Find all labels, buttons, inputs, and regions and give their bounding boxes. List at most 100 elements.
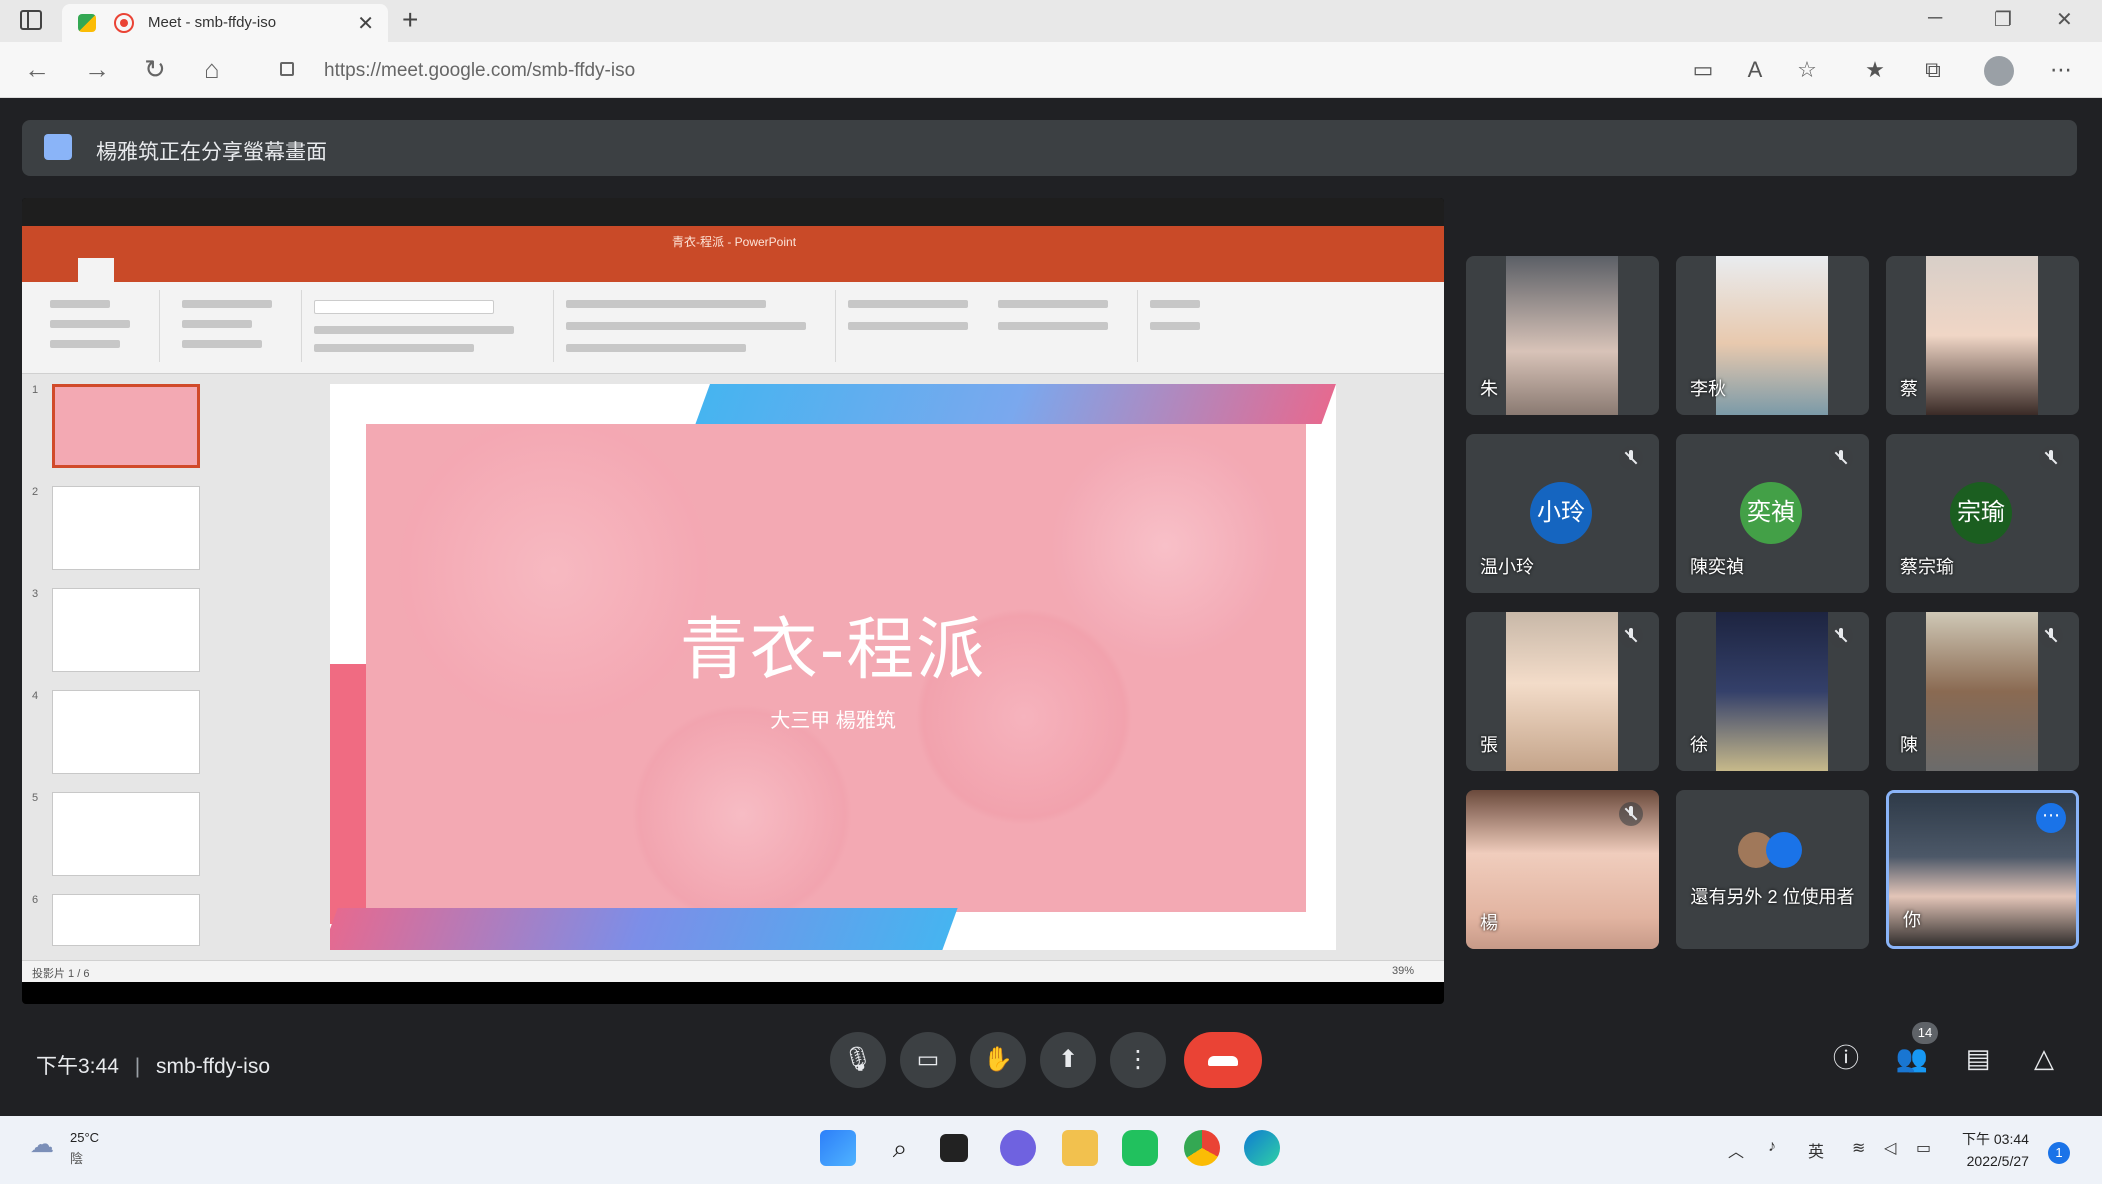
- info-icon: ⓘ: [1832, 1043, 1859, 1073]
- slide-decoration-bottom: [330, 908, 958, 950]
- ribbon-group-paragraph: [556, 290, 836, 362]
- tab-title: Meet - smb-ffdy-iso: [148, 14, 277, 31]
- browser-tab-meet[interactable]: Meet - smb-ffdy-iso ✕: [62, 4, 388, 42]
- close-window-icon[interactable]: ✕: [2056, 7, 2073, 32]
- slide-thumb-2: [52, 486, 200, 570]
- participant-tile[interactable]: 奕禎 陳奕禎: [1676, 434, 1869, 593]
- participant-tile[interactable]: 張: [1466, 612, 1659, 771]
- refresh-icon[interactable]: ↻: [144, 54, 166, 84]
- ribbon-group-editing: [1140, 290, 1220, 362]
- present-button[interactable]: ⬆: [1040, 1032, 1096, 1088]
- participant-name: 陳奕禎: [1690, 557, 1744, 577]
- avatar: [1766, 832, 1802, 868]
- ppt-app-title: 青衣-程派 - PowerPoint: [672, 235, 797, 249]
- others-label: 還有另外 2 位使用者: [1690, 887, 1855, 907]
- meeting-details: 下午3:44 | smb-ffdy-iso: [36, 1050, 270, 1080]
- windows-taskbar: ☁ 25°C 陰 ⌕ ︿ ♪ 英 ≋ ◁ ▭ 下午 03:44 2022/5/2…: [0, 1116, 2102, 1184]
- close-tab-icon[interactable]: ✕: [357, 11, 374, 36]
- ppt-titlebar: 青衣-程派 - PowerPoint: [22, 226, 1444, 256]
- more-options-icon[interactable]: ⋯: [2036, 803, 2066, 833]
- participant-tile[interactable]: 徐: [1676, 612, 1869, 771]
- chat-button[interactable]: ▤: [1958, 1038, 1998, 1078]
- chrome-icon[interactable]: [1184, 1130, 1220, 1166]
- ppt-zoom: 39%: [1392, 965, 1415, 977]
- task-view-icon[interactable]: [940, 1134, 968, 1162]
- chat-app-icon[interactable]: [1000, 1130, 1036, 1166]
- favorites-icon[interactable]: ★: [1862, 57, 1888, 83]
- avatar: 奕禎: [1740, 482, 1802, 544]
- participant-tile[interactable]: 李秋: [1676, 256, 1869, 415]
- presenting-banner: 楊雅筑正在分享螢幕畫面: [22, 120, 2077, 176]
- battery-icon[interactable]: ▭: [1916, 1138, 1931, 1158]
- edge-icon[interactable]: [1244, 1130, 1280, 1166]
- taskbar-clock[interactable]: 下午 03:44 2022/5/27: [1962, 1128, 2029, 1172]
- camera-button[interactable]: ▭: [900, 1032, 956, 1088]
- home-icon[interactable]: ⌂: [204, 54, 220, 84]
- tray-overflow-icon[interactable]: ︿: [1728, 1138, 1744, 1162]
- leave-call-button[interactable]: [1184, 1032, 1262, 1088]
- slide-thumb-4: [52, 690, 200, 774]
- minimize-icon[interactable]: ─: [1928, 7, 1942, 30]
- shared-screen: 青衣-程派 - PowerPoint 1 2 3 4 5 6 青衣-程派 大三甲…: [22, 198, 1444, 1004]
- tab-actions-icon[interactable]: [20, 10, 42, 30]
- ppt-tab-home: [78, 258, 114, 282]
- weather-icon: ☁: [30, 1131, 54, 1158]
- ribbon-group-clipboard: [30, 290, 160, 362]
- back-icon[interactable]: ←: [24, 54, 50, 84]
- new-tab-button[interactable]: +: [402, 5, 418, 35]
- participant-video: [1506, 256, 1618, 415]
- ppt-slide-counter: 投影片 1 / 6: [32, 968, 90, 980]
- participant-tile[interactable]: 楊: [1466, 790, 1659, 949]
- participant-name: 張: [1480, 735, 1498, 755]
- url-text[interactable]: https://meet.google.com/smb-ffdy-iso: [324, 60, 635, 82]
- chat-icon: ▤: [1965, 1043, 1991, 1073]
- participant-name: 朱: [1480, 379, 1498, 399]
- microphone-button[interactable]: 🎙: [830, 1032, 886, 1088]
- profile-avatar[interactable]: [1984, 56, 2014, 86]
- weather-desc: 陰: [70, 1151, 84, 1166]
- participant-video: [1506, 612, 1618, 771]
- raise-hand-button[interactable]: ✋: [970, 1032, 1026, 1088]
- weather-widget[interactable]: ☁ 25°C 陰: [30, 1130, 99, 1166]
- mic-off-icon: [1619, 624, 1643, 648]
- ribbon-group-font: [304, 290, 554, 362]
- volume-icon[interactable]: ◁: [1884, 1138, 1896, 1158]
- notification-badge[interactable]: 1: [2048, 1142, 2070, 1164]
- present-icon: ⬆: [1057, 1046, 1079, 1073]
- mic-off-icon: [1829, 446, 1853, 470]
- more-vert-icon: ⋮: [1126, 1046, 1150, 1073]
- self-tile[interactable]: ⋯ 你: [1886, 790, 2079, 949]
- people-icon: 👥: [1895, 1043, 1929, 1073]
- wifi-icon[interactable]: ≋: [1852, 1138, 1865, 1158]
- participant-tile[interactable]: 宗瑜 蔡宗瑜: [1886, 434, 2079, 593]
- lock-icon[interactable]: [280, 62, 294, 76]
- forward-icon[interactable]: →: [84, 54, 110, 84]
- slide-decoration-left: [330, 664, 370, 924]
- slide-subtitle: 大三甲 楊雅筑: [770, 710, 896, 732]
- search-icon[interactable]: ⌕: [882, 1130, 918, 1166]
- tray-app-icon[interactable]: ♪: [1768, 1138, 1776, 1156]
- read-aloud-icon[interactable]: A: [1742, 57, 1768, 83]
- restore-icon[interactable]: ❐: [1994, 7, 2012, 32]
- participant-name: 蔡: [1900, 379, 1918, 399]
- people-button[interactable]: 👥: [1892, 1038, 1932, 1078]
- others-tile[interactable]: 還有另外 2 位使用者: [1676, 790, 1869, 949]
- participant-tile[interactable]: 蔡: [1886, 256, 2079, 415]
- participant-tile[interactable]: 朱: [1466, 256, 1659, 415]
- file-explorer-icon[interactable]: [1062, 1130, 1098, 1166]
- more-options-button[interactable]: ⋮: [1110, 1032, 1166, 1088]
- more-menu-icon[interactable]: ⋯: [2048, 57, 2074, 83]
- add-favorite-icon[interactable]: ☆: [1794, 57, 1820, 83]
- activities-button[interactable]: △: [2024, 1038, 2064, 1078]
- participant-tile[interactable]: 陳: [1886, 612, 2079, 771]
- address-bar[interactable]: https://meet.google.com/smb-ffdy-iso: [258, 50, 1683, 90]
- activities-icon: △: [2034, 1043, 2054, 1073]
- collections-icon[interactable]: ⧉: [1920, 57, 1946, 83]
- avatar: 宗瑜: [1950, 482, 2012, 544]
- participant-tile[interactable]: 小玲 温小玲: [1466, 434, 1659, 593]
- ime-indicator[interactable]: 英: [1808, 1138, 1824, 1162]
- line-app-icon[interactable]: [1122, 1130, 1158, 1166]
- meeting-info-button[interactable]: ⓘ: [1826, 1038, 1866, 1078]
- start-icon[interactable]: [820, 1130, 856, 1166]
- camera-in-use-icon[interactable]: ▭: [1690, 57, 1716, 83]
